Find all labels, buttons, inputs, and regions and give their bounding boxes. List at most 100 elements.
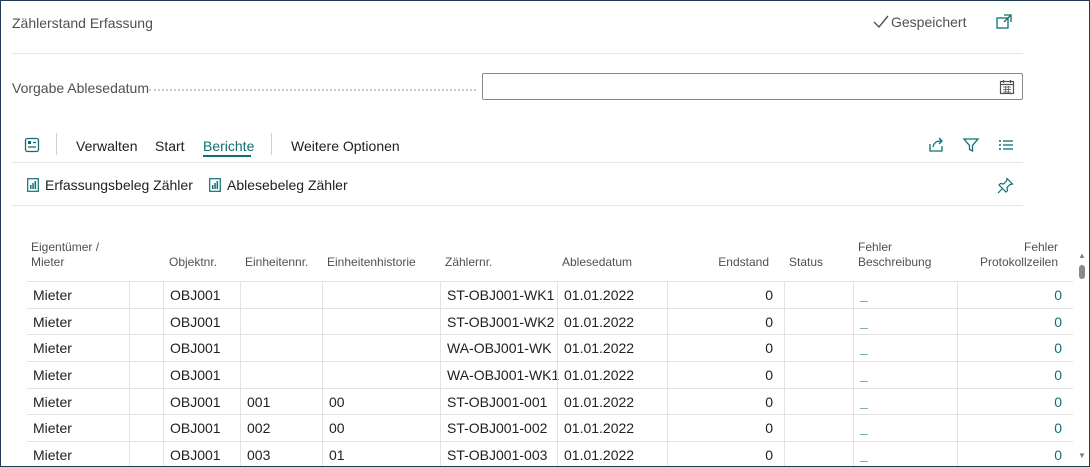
column-header-history[interactable]: Einheitenhistorie — [327, 255, 416, 270]
end-reading-cell[interactable]: 0 — [667, 282, 773, 308]
erfassungsbeleg-button[interactable]: Erfassungsbeleg Zähler — [27, 177, 193, 193]
saved-label: Gespeichert — [891, 14, 967, 30]
error-description-link[interactable]: _ — [853, 415, 957, 442]
owner-cell: Mieter — [33, 340, 72, 357]
unit-cell — [240, 362, 322, 388]
row-selector-cell[interactable] — [129, 388, 163, 415]
page-layout-icon[interactable] — [24, 137, 40, 153]
object-cell: OBJ001 — [163, 415, 240, 442]
meter-cell: WA-OBJ001-WK1 — [440, 362, 559, 388]
action-bar-separator — [271, 133, 272, 155]
table-row[interactable]: Mieter OBJ001 ST-OBJ001-WK1 01.01.2022 0 _ 0 — [27, 281, 1073, 308]
meter-cell: ST-OBJ001-WK1 — [440, 282, 557, 308]
header-line: Fehler — [858, 240, 893, 254]
error-description-link[interactable]: _ — [853, 362, 957, 388]
error-description-link[interactable]: _ — [853, 388, 957, 415]
ablesebeleg-button[interactable]: Ablesebeleg Zähler — [209, 177, 348, 193]
error-log-link[interactable]: 0 — [957, 335, 1062, 362]
column-header-date[interactable]: Ablesedatum — [562, 255, 632, 270]
page-frame: Zählerstand Erfassung Gespeichert Vorgab… — [0, 0, 1090, 467]
object-cell: OBJ001 — [163, 282, 240, 308]
calendar-icon[interactable] — [999, 79, 1015, 95]
owner-cell: Mieter — [33, 420, 72, 437]
error-description-link[interactable]: _ — [853, 335, 957, 362]
table-scrollbar[interactable]: ▲ ▼ — [1075, 249, 1089, 465]
end-reading-cell[interactable]: 0 — [667, 442, 773, 466]
share-icon[interactable] — [927, 136, 945, 154]
column-header-end[interactable]: Endstand — [687, 255, 769, 270]
error-log-link[interactable]: 0 — [957, 415, 1062, 442]
unit-cell — [240, 335, 322, 362]
end-reading-cell[interactable]: 0 — [667, 335, 773, 362]
column-header-error-log[interactable]: Fehler Protokollzeilen — [958, 240, 1058, 270]
unit-cell: 003 — [240, 442, 322, 466]
end-reading-cell[interactable]: 0 — [667, 388, 773, 415]
end-reading-cell[interactable]: 0 — [667, 415, 773, 442]
scroll-down-icon[interactable]: ▼ — [1078, 451, 1086, 460]
table-row[interactable]: Mieter OBJ001 002 00 ST-OBJ001-002 01.01.2022… — [27, 414, 1073, 442]
saved-status: Gespeichert — [873, 14, 966, 30]
column-header-status[interactable]: Status — [789, 255, 823, 270]
label-leader-dots — [149, 89, 476, 91]
table-row[interactable]: Mieter OBJ001 WA-OBJ001-WK1 01.01.2022 0 _ 0 — [27, 361, 1073, 388]
tab-berichte[interactable]: Berichte — [203, 138, 254, 154]
table-row[interactable]: Mieter OBJ001 WA-OBJ001-WK 01.01.2022 0 _ 0 — [27, 334, 1073, 362]
table-row[interactable]: Mieter OBJ001 ST-OBJ001-WK2 01.01.2022 0 _ 0 — [27, 307, 1073, 335]
page-title: Zählerstand Erfassung — [12, 15, 153, 31]
row-selector-cell[interactable] — [129, 362, 163, 388]
status-cell — [784, 308, 853, 335]
object-cell: OBJ001 — [163, 308, 240, 335]
tab-weitere-optionen[interactable]: Weitere Optionen — [291, 138, 400, 154]
column-header-object[interactable]: Objektnr. — [169, 255, 217, 270]
table-row[interactable]: Mieter OBJ001 003 01 ST-OBJ001-003 01.01.2022… — [27, 441, 1073, 466]
history-cell — [322, 362, 440, 388]
list-icon[interactable] — [997, 136, 1015, 154]
error-log-link[interactable]: 0 — [957, 282, 1062, 308]
error-log-link[interactable]: 0 — [957, 308, 1062, 335]
error-description-link[interactable]: _ — [853, 442, 957, 466]
column-header-meter[interactable]: Zählernr. — [445, 255, 492, 270]
error-description-link[interactable]: _ — [853, 308, 957, 335]
history-cell — [322, 335, 440, 362]
error-log-link[interactable]: 0 — [957, 388, 1062, 415]
history-cell: 00 — [322, 388, 440, 415]
scroll-thumb[interactable] — [1079, 265, 1085, 279]
meter-cell: ST-OBJ001-001 — [440, 388, 557, 415]
column-header-unit[interactable]: Einheitennr. — [245, 255, 308, 270]
meter-cell: WA-OBJ001-WK — [440, 335, 557, 362]
header-line: Beschreibung — [858, 255, 932, 269]
header-line: Eigentümer / — [31, 240, 100, 254]
tab-verwalten[interactable]: Verwalten — [76, 138, 137, 154]
scroll-up-icon[interactable]: ▲ — [1078, 251, 1086, 260]
row-selector-cell[interactable] — [129, 415, 163, 442]
date-cell: 01.01.2022 — [557, 442, 667, 466]
filter-icon[interactable] — [962, 136, 980, 154]
row-selector-cell[interactable] — [129, 442, 163, 466]
check-icon — [873, 15, 889, 29]
column-header-owner[interactable]: Eigentümer / Mieter — [31, 240, 99, 270]
status-cell — [784, 388, 853, 415]
error-log-link[interactable]: 0 — [957, 442, 1062, 466]
actionbar-divider — [12, 162, 1023, 163]
header-divider — [12, 53, 1023, 54]
table-row[interactable]: Mieter OBJ001 001 00 ST-OBJ001-001 01.01.2022… — [27, 387, 1073, 415]
error-log-link[interactable]: 0 — [957, 362, 1062, 388]
error-description-link[interactable]: _ — [853, 282, 957, 308]
report-icon — [27, 178, 39, 192]
pin-icon[interactable] — [997, 177, 1014, 194]
history-cell — [322, 282, 440, 308]
popout-icon[interactable] — [995, 13, 1013, 31]
object-cell: OBJ001 — [163, 362, 240, 388]
table-header: Eigentümer / Mieter Objektnr. Einheitenn… — [27, 237, 1073, 281]
row-selector-cell[interactable] — [129, 335, 163, 362]
date-filter-input[interactable] — [482, 73, 1023, 100]
row-selector-cell[interactable] — [129, 282, 163, 308]
meter-reading-table: Eigentümer / Mieter Objektnr. Einheitenn… — [27, 237, 1073, 466]
date-filter-label: Vorgabe Ablesedatum — [12, 80, 149, 96]
tab-start[interactable]: Start — [155, 138, 185, 154]
history-cell: 01 — [322, 442, 440, 466]
end-reading-cell[interactable]: 0 — [667, 362, 773, 388]
column-header-error-desc[interactable]: Fehler Beschreibung — [858, 240, 931, 270]
row-selector-cell[interactable] — [129, 308, 163, 335]
end-reading-cell[interactable]: 0 — [667, 308, 773, 335]
